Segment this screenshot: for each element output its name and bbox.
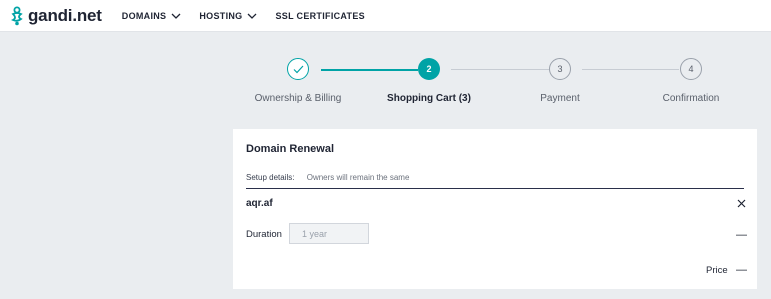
duration-select-value: 1 year [302,228,328,239]
close-icon [737,199,745,207]
step-3-circle: 3 [549,58,571,80]
price-label: Price [706,265,728,276]
step-4-circle: 4 [680,58,702,80]
nav-ssl-label: SSL CERTIFICATES [275,10,365,21]
step-connector-2 [451,69,549,70]
setup-details-label: Setup details: [246,173,295,182]
nav-domains-label: DOMAINS [121,10,167,21]
step-2-number: 2 [426,64,432,74]
domain-renewal-card: Domain Renewal Setup details: Owners wil… [233,129,757,289]
step-connector-3 [582,69,679,70]
card-title: Domain Renewal [246,143,335,155]
nav-ssl-certificates[interactable]: SSL CERTIFICATES [275,11,364,21]
step-2-circle: 2 [418,58,440,80]
checkout-stepper: 2 3 4 Ownership & Billing Shopping Cart … [233,58,753,108]
remove-domain-button[interactable] [735,197,747,209]
duration-price: — [736,229,747,241]
nav-hosting[interactable]: HOSTING [199,11,257,21]
step-4-label: Confirmation [662,93,720,104]
top-navigation-bar: gandi.net DOMAINS HOSTING SSL CERTIFICAT… [0,0,771,32]
nav-hosting-label: HOSTING [199,10,243,21]
step-connector-1 [321,69,418,71]
step-4-number: 4 [688,64,694,74]
price-value: — [736,264,747,276]
step-1-label[interactable]: Ownership & Billing [255,93,342,104]
gandi-logo[interactable]: gandi.net [10,6,102,26]
step-3-label: Payment [540,93,580,104]
step-2-label: Shopping Cart (3) [387,93,471,104]
gandi-logo-icon [10,6,23,25]
nav-domains[interactable]: DOMAINS [122,11,182,21]
domain-name: aqr.af [246,198,273,209]
step-3-number: 3 [557,64,563,74]
setup-details-value: Owners will remain the same [306,173,410,182]
duration-select[interactable]: 1 year [289,223,369,244]
logo-text: gandi.net [28,5,102,25]
step-1-circle[interactable] [287,58,309,80]
setup-details-row: Setup details: Owners will remain the sa… [246,173,744,189]
check-icon [293,65,303,73]
duration-label: Duration [246,229,282,240]
chevron-down-icon [248,13,257,19]
chevron-down-icon [171,13,181,19]
